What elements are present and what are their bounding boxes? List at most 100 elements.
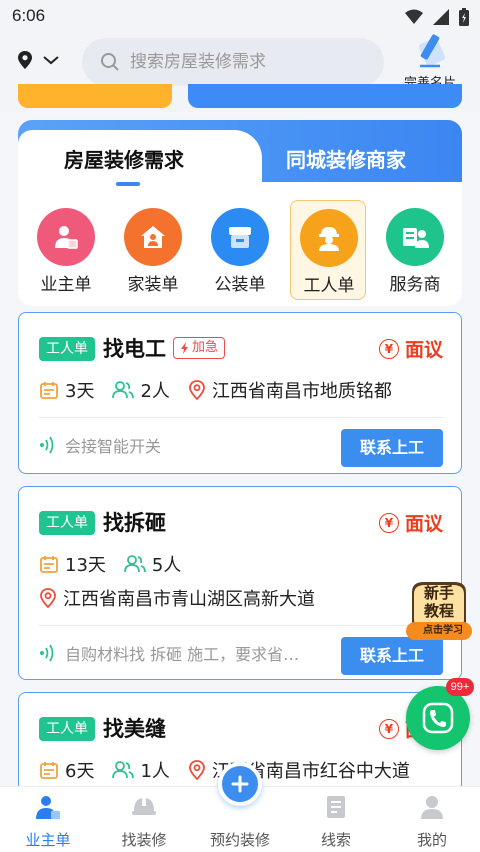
job-divider — [39, 417, 443, 418]
job-card[interactable]: 工人单 找电工 加急 ¥ 面议 3天 2人 江西省南昌市地质铭都 会接智能开关 … — [18, 312, 462, 474]
plus-icon — [231, 775, 249, 793]
header: 完善名片 — [0, 32, 480, 92]
category-owner-label: 业主单 — [40, 275, 92, 295]
tutorial-float-button[interactable]: 新手教程 点击学习 — [404, 578, 474, 642]
job-price-label: 面议 — [404, 339, 443, 361]
complete-card-button[interactable]: 完善名片 — [392, 32, 468, 92]
job-people-label: 2人 — [140, 381, 170, 402]
job-location-row: 江西省南昌市青山湖区高新大道 — [39, 585, 333, 611]
signal-icon — [433, 9, 449, 25]
tab-active-indicator — [116, 182, 140, 186]
nav-leads-label: 线索 — [320, 831, 351, 849]
job-type-tag: 工人单 — [39, 717, 95, 741]
worker-icon — [300, 209, 358, 267]
job-meta: 13天 5人 — [39, 551, 199, 577]
tab-local-merchants[interactable]: 同城装修商家 — [286, 144, 406, 173]
search-input[interactable] — [130, 52, 370, 72]
job-price: ¥ 面议 — [378, 509, 443, 536]
store-icon — [211, 208, 269, 266]
contact-worker-button[interactable]: 联系上工 — [341, 637, 443, 675]
job-people: 1人 — [112, 757, 170, 783]
people-icon — [112, 381, 135, 399]
job-price: ¥ 面议 — [378, 335, 443, 362]
chevron-down-icon — [43, 56, 59, 65]
category-worker[interactable]: 工人单 — [290, 200, 366, 300]
tab-house-demand-label[interactable]: 房屋装修需求 — [64, 144, 184, 173]
banner-blue[interactable] — [188, 84, 462, 108]
contact-worker-button[interactable]: 联系上工 — [341, 429, 443, 467]
calendar-icon — [40, 762, 58, 779]
owner-nav-icon — [36, 796, 60, 819]
category-owner[interactable]: 业主单 — [28, 200, 104, 300]
phone-icon — [422, 702, 454, 734]
nav-mine-label: 我的 — [416, 831, 447, 849]
banner-yellow[interactable] — [18, 84, 172, 108]
job-type-tag: 工人单 — [39, 511, 95, 535]
job-duration-label: 6天 — [65, 761, 95, 782]
job-title: 找电工 — [103, 337, 166, 361]
category-service-provider-label: 服务商 — [389, 275, 441, 295]
nav-find-decoration-label: 找装修 — [121, 831, 167, 849]
owner-icon — [37, 208, 95, 266]
map-pin-icon — [40, 588, 56, 608]
location-pin-icon — [18, 51, 32, 69]
job-card[interactable]: 工人单 找拆砸 ¥ 面议 13天 5人 江西省南昌市青山湖区高新大道 自购材料找… — [18, 486, 462, 680]
category-home-label: 家装单 — [127, 275, 179, 295]
service-provider-icon — [386, 208, 444, 266]
job-divider — [39, 625, 443, 626]
job-location-label: 江西省南昌市青山湖区高新大道 — [63, 589, 315, 610]
nav-owner-orders[interactable]: 业主单 — [0, 787, 96, 852]
people-icon — [112, 761, 135, 779]
job-people-label: 1人 — [140, 761, 170, 782]
yen-icon: ¥ — [378, 338, 399, 359]
home-icon — [124, 208, 182, 266]
job-description-label: 会接智能开关 — [65, 437, 162, 456]
wifi-icon — [405, 9, 423, 24]
tutorial-subtitle: 点击学习 — [423, 625, 463, 636]
nav-owner-orders-label: 业主单 — [25, 831, 71, 849]
category-public[interactable]: 公装单 — [202, 200, 278, 300]
urgent-label: 加急 — [192, 340, 219, 355]
nav-book-decoration-label: 预约装修 — [209, 831, 270, 849]
phone-badge: 99+ — [446, 678, 474, 696]
location-selector[interactable] — [16, 50, 60, 70]
nav-mine[interactable]: 我的 — [384, 787, 480, 852]
nav-leads[interactable]: 线索 — [288, 787, 384, 852]
job-duration-label: 3天 — [65, 381, 95, 402]
job-title: 找拆砸 — [103, 511, 166, 535]
category-worker-label: 工人单 — [303, 276, 355, 296]
demand-panel: 房屋装修需求 同城装修商家 业主单 家装单 公装单 工人单 服务商 — [18, 120, 462, 306]
map-pin-icon — [189, 380, 205, 400]
job-price-label: 面议 — [404, 513, 443, 535]
sound-wave-icon — [40, 436, 54, 454]
job-title: 找美缝 — [103, 717, 166, 741]
search-icon — [101, 53, 119, 71]
yen-icon: ¥ — [378, 512, 399, 533]
people-icon — [124, 555, 146, 573]
battery-icon — [459, 8, 469, 26]
job-people: 5人 — [124, 551, 181, 577]
job-description-label: 自购材料找 拆砸 施工，要求省… — [65, 645, 300, 664]
calendar-icon — [40, 556, 58, 573]
job-description: 会接智能开关 — [39, 433, 161, 457]
lightning-icon — [181, 342, 188, 354]
job-location-label: 江西省南昌市地质铭都 — [211, 381, 392, 402]
helmet-nav-icon — [132, 798, 156, 815]
search-bar[interactable] — [82, 38, 384, 86]
category-home[interactable]: 家装单 — [115, 200, 191, 300]
job-meta: 3天 2人 江西省南昌市地质铭都 — [39, 377, 410, 403]
profile-nav-icon — [421, 796, 443, 819]
job-duration: 6天 — [39, 757, 94, 783]
map-pin-icon — [189, 760, 205, 780]
job-location: 江西省南昌市青山湖区高新大道 — [39, 585, 315, 611]
status-icons — [404, 7, 470, 27]
job-people-label: 5人 — [151, 555, 182, 576]
urgent-badge: 加急 — [173, 337, 226, 359]
nav-find-decoration[interactable]: 找装修 — [96, 787, 192, 852]
category-service-provider[interactable]: 服务商 — [377, 200, 453, 300]
tutorial-title: 新手教程 — [423, 584, 454, 620]
yen-icon: ¥ — [378, 718, 399, 739]
category-row: 业主单 家装单 公装单 工人单 服务商 — [18, 200, 462, 300]
book-decoration-plus-button[interactable] — [218, 762, 262, 806]
status-bar: 6:06 — [0, 0, 480, 32]
